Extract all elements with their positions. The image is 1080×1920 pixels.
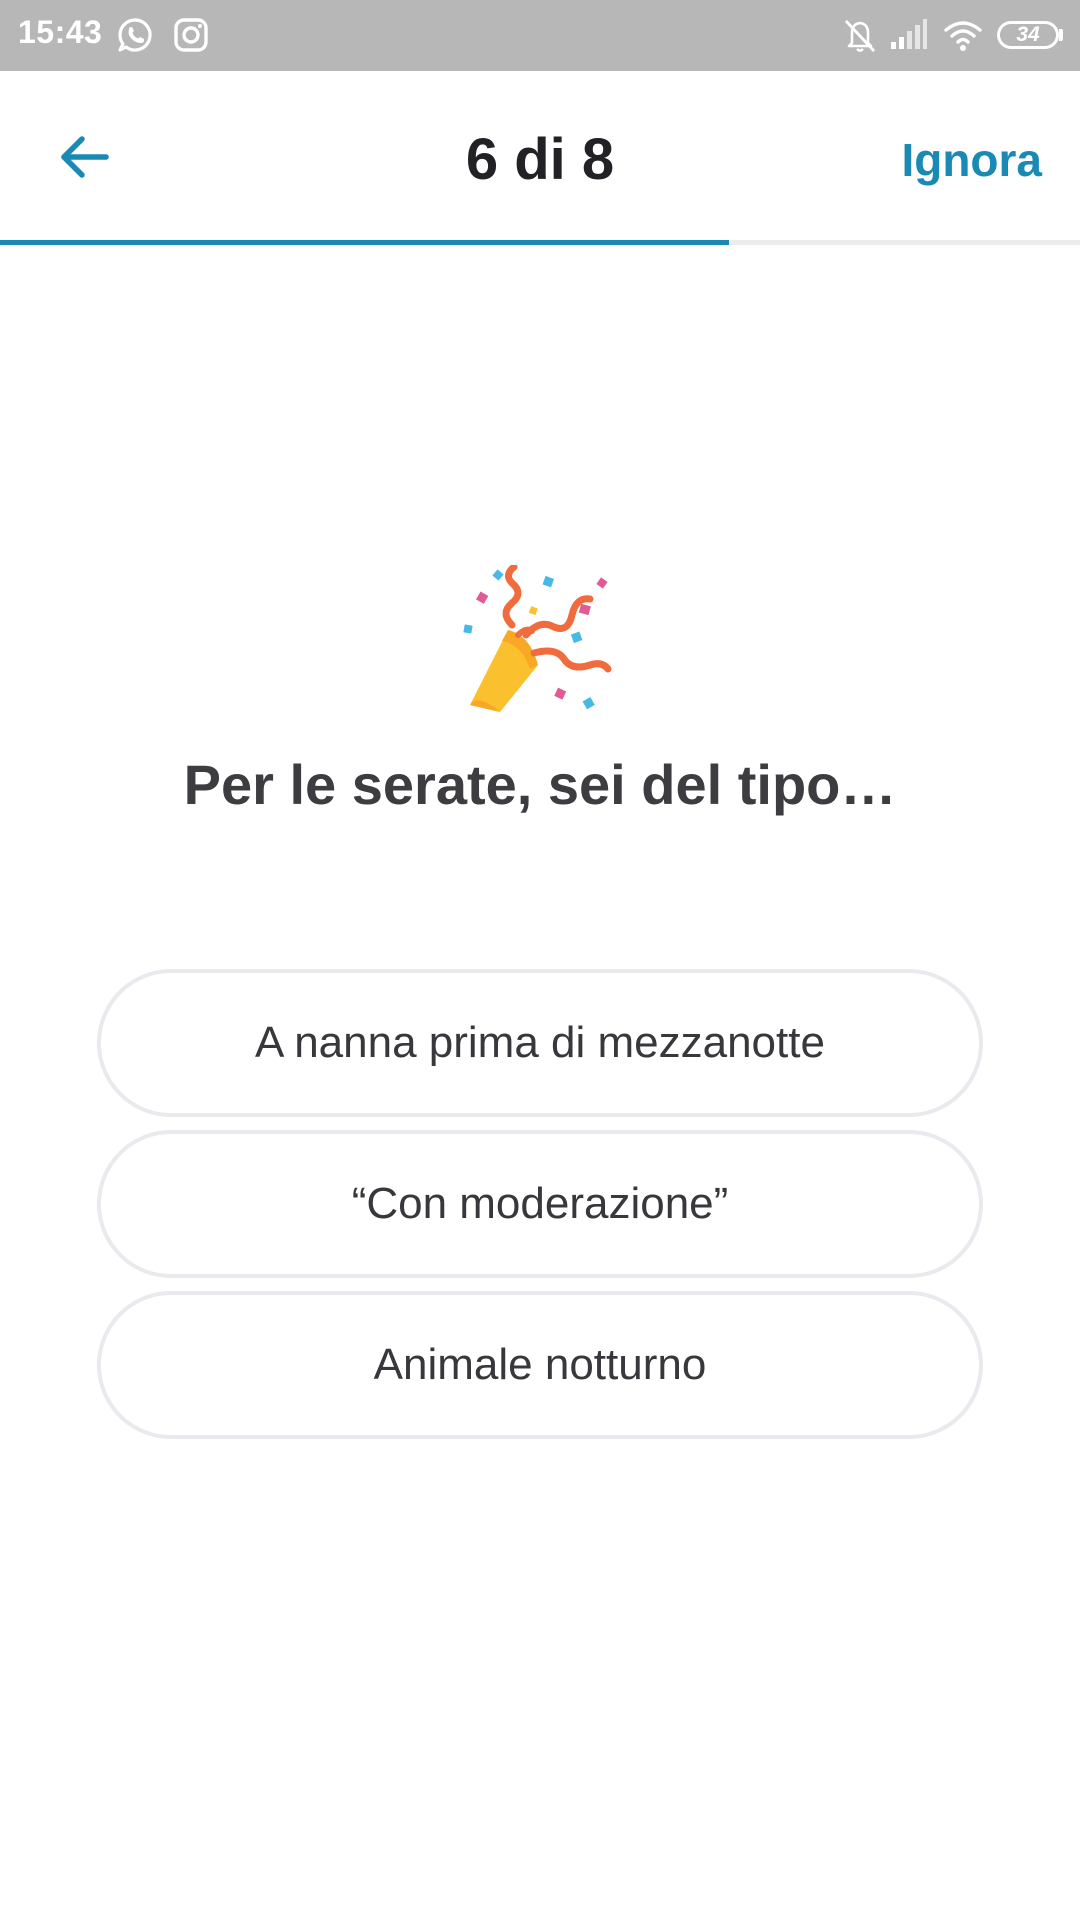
- option-button[interactable]: Animale notturno: [97, 1291, 983, 1439]
- battery-icon: 34: [997, 21, 1059, 49]
- whatsapp-icon: [115, 15, 155, 55]
- signal-icon: [888, 15, 928, 55]
- answer-options: A nanna prima di mezzanotte “Con moderaz…: [97, 969, 983, 1452]
- battery-tip: [1059, 29, 1063, 41]
- bell-off-icon: [840, 15, 880, 55]
- progress-bar: [0, 240, 1080, 245]
- option-button[interactable]: “Con moderazione”: [97, 1130, 983, 1278]
- instagram-icon: [171, 15, 211, 55]
- skip-button[interactable]: Ignora: [901, 133, 1042, 187]
- progress-fill: [0, 240, 729, 245]
- status-bar: 15:43 34: [0, 0, 1080, 71]
- party-popper-icon: [460, 565, 620, 725]
- wifi-icon: [943, 15, 983, 55]
- option-button[interactable]: A nanna prima di mezzanotte: [97, 969, 983, 1117]
- status-time: 15:43: [18, 14, 103, 50]
- app-bar: 6 di 8 Ignora: [0, 71, 1080, 240]
- question-title: Per le serate, sei del tipo…: [183, 753, 897, 816]
